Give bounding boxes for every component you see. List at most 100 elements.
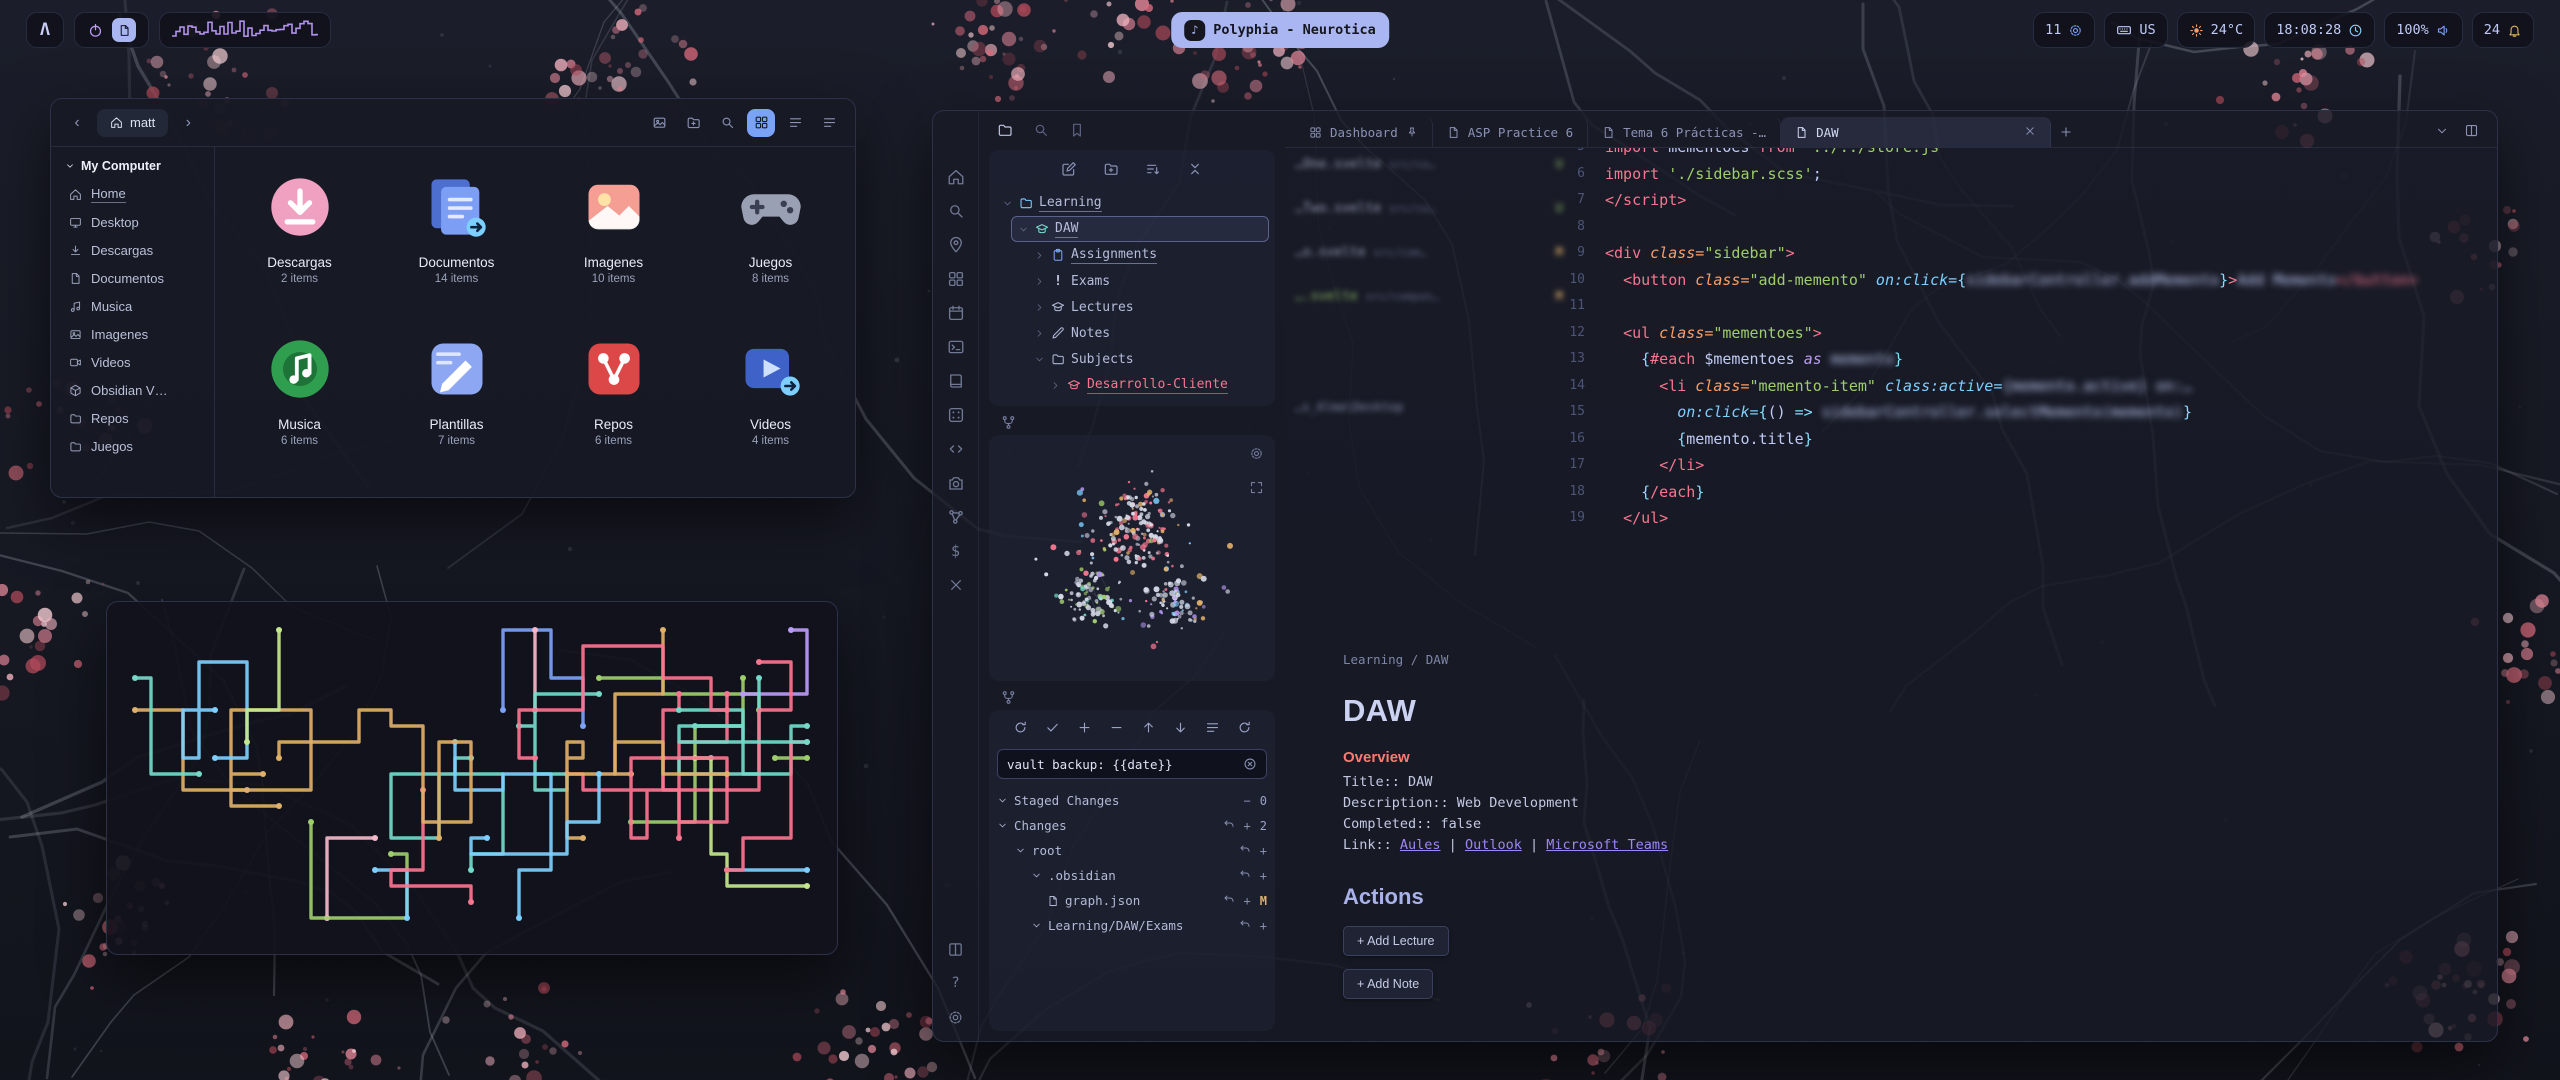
grid-view-button[interactable] — [747, 109, 775, 137]
tree-item-exams[interactable]: ! Exams — [995, 268, 1269, 294]
new-note-icon[interactable] — [1061, 161, 1077, 181]
folder-item-imagenes[interactable]: Imagenes 10 items — [535, 157, 692, 319]
bookmarks-tab-icon[interactable] — [1069, 122, 1085, 142]
donate-icon[interactable]: $ — [946, 541, 966, 561]
tab-asp-practice-6[interactable]: ASP Practice 6 — [1433, 117, 1588, 147]
menu-button[interactable] — [815, 109, 843, 137]
commit-icon[interactable] — [1045, 720, 1060, 739]
unstage-icon[interactable]: − — [1244, 794, 1251, 808]
tree-item-daw[interactable]: DAW — [1011, 216, 1269, 242]
back-button[interactable]: ‹ — [63, 109, 91, 137]
camera-icon[interactable] — [946, 473, 966, 493]
unstage-all-icon[interactable] — [1109, 720, 1124, 739]
forward-button[interactable]: › — [174, 109, 202, 137]
launcher-button[interactable]: Λ — [26, 12, 64, 48]
help-icon[interactable]: ? — [946, 973, 966, 993]
sidebar-item-desktop[interactable]: Desktop — [63, 208, 208, 236]
discard-icon[interactable] — [1239, 868, 1251, 883]
tree-item-learning[interactable]: Learning — [995, 190, 1269, 216]
graph-settings-icon[interactable] — [1249, 446, 1264, 465]
folder-item-musica[interactable]: Musica 6 items — [221, 319, 378, 481]
link-microsoft-teams[interactable]: Microsoft Teams — [1546, 837, 1668, 853]
power-icon[interactable] — [87, 22, 104, 39]
daily-note-icon[interactable] — [946, 303, 966, 323]
sidebar-item-home[interactable]: Home — [63, 180, 208, 208]
close-icon[interactable] — [946, 575, 966, 595]
link-outlook[interactable]: Outlook — [1465, 837, 1522, 853]
backup-icon[interactable] — [1013, 720, 1028, 739]
notes-shortcut-icon[interactable] — [112, 18, 136, 42]
new-tab-button[interactable] — [2051, 117, 2081, 147]
folder-item-descargas[interactable]: Descargas 2 items — [221, 157, 378, 319]
settings-icon[interactable] — [946, 1007, 966, 1027]
files-tab-icon[interactable] — [997, 122, 1013, 142]
link-aules[interactable]: Aules — [1400, 837, 1441, 853]
layout-icon[interactable] — [946, 939, 966, 959]
sidebar-item-imagenes[interactable]: Imagenes — [63, 320, 208, 348]
tab-daw[interactable]: DAW — [1781, 117, 2051, 147]
discard-icon[interactable] — [1223, 893, 1235, 908]
git-row-obsidian-dir[interactable]: .obsidian + — [997, 863, 1267, 888]
collapse-all-icon[interactable] — [1187, 161, 1203, 181]
sidebar-section-header[interactable]: My Computer — [65, 159, 208, 173]
graph-view[interactable] — [989, 435, 1275, 681]
clock-widget[interactable]: 18:08:28 — [2264, 12, 2375, 48]
add-lecture-button[interactable]: + Add Lecture — [1343, 926, 1449, 956]
change-list-icon[interactable] — [1205, 720, 1220, 739]
folder-item-videos[interactable]: Videos 4 items — [692, 319, 849, 481]
git-row-changes[interactable]: Changes +2 — [997, 813, 1267, 838]
sort-icon[interactable] — [1145, 161, 1161, 181]
sidebar-item-repos[interactable]: Repos — [63, 404, 208, 432]
search-button[interactable] — [713, 109, 741, 137]
sidebar-item-videos[interactable]: Videos — [63, 348, 208, 376]
tree-item-notes[interactable]: Notes — [995, 320, 1269, 346]
thumbnails-button[interactable] — [645, 109, 673, 137]
tree-item-subjects[interactable]: Subjects — [995, 346, 1269, 372]
breadcrumb[interactable]: matt — [97, 109, 168, 137]
git-row-root[interactable]: root + — [997, 838, 1267, 863]
tab-tema-6-practicas[interactable]: Tema 6 Prácticas -… — [1588, 117, 1781, 147]
tab-dashboard[interactable]: Dashboard — [1295, 117, 1433, 147]
push-icon[interactable] — [1141, 720, 1156, 739]
random-note-icon[interactable] — [946, 405, 966, 425]
volume-widget[interactable]: 100% — [2384, 12, 2463, 48]
updates-widget[interactable]: 11 — [2033, 12, 2095, 48]
sidebar-item-musica[interactable]: Musica — [63, 292, 208, 320]
folder-item-documentos[interactable]: Documentos 14 items — [378, 157, 535, 319]
notifications-widget[interactable]: 24 — [2472, 12, 2534, 48]
stage-all-icon[interactable] — [1077, 720, 1092, 739]
sidebar-item-descargas[interactable]: Descargas — [63, 236, 208, 264]
clear-message-icon[interactable] — [1243, 757, 1257, 771]
stage-icon[interactable]: + — [1244, 894, 1251, 908]
folder-item-plantillas[interactable]: Plantillas 7 items — [378, 319, 535, 481]
stage-icon[interactable]: + — [1260, 844, 1267, 858]
graph-panel-tab[interactable] — [989, 406, 1275, 435]
code-icon[interactable] — [946, 439, 966, 459]
discard-icon[interactable] — [1239, 843, 1251, 858]
git-row-learning-daw-exams[interactable]: Learning/DAW/Exams + — [997, 913, 1267, 938]
git-panel-tab[interactable] — [989, 681, 1275, 710]
split-pane-icon[interactable] — [2464, 123, 2479, 141]
media-player-widget[interactable]: ♪ Polyphia - Neurotica — [1171, 12, 1389, 48]
discard-icon[interactable] — [1239, 918, 1251, 933]
tab-list-icon[interactable] — [2435, 124, 2449, 141]
new-folder-icon[interactable] — [1103, 161, 1119, 181]
keyboard-layout-widget[interactable]: US — [2104, 12, 2167, 48]
folder-item-repos[interactable]: Repos 6 items — [535, 319, 692, 481]
discard-icon[interactable] — [1223, 818, 1235, 833]
folder-item-juegos[interactable]: Juegos 8 items — [692, 157, 849, 319]
stage-icon[interactable]: + — [1260, 919, 1267, 933]
sidebar-item-juegos[interactable]: Juegos — [63, 432, 208, 460]
book-icon[interactable] — [946, 371, 966, 391]
git-row-graph-json[interactable]: graph.json +M — [997, 888, 1267, 913]
stage-icon[interactable]: + — [1244, 819, 1251, 833]
refresh-icon[interactable] — [1237, 720, 1252, 739]
map-pin-icon[interactable] — [946, 235, 966, 255]
tree-item-lectures[interactable]: Lectures — [995, 294, 1269, 320]
home-icon[interactable] — [946, 167, 966, 187]
tree-item-assignments[interactable]: Assignments — [995, 242, 1269, 268]
weather-widget[interactable]: 24°C — [2177, 12, 2256, 48]
commit-message-input[interactable] — [1007, 757, 1237, 772]
git-row-staged[interactable]: Staged Changes −0 — [997, 788, 1267, 813]
stage-icon[interactable]: + — [1260, 869, 1267, 883]
